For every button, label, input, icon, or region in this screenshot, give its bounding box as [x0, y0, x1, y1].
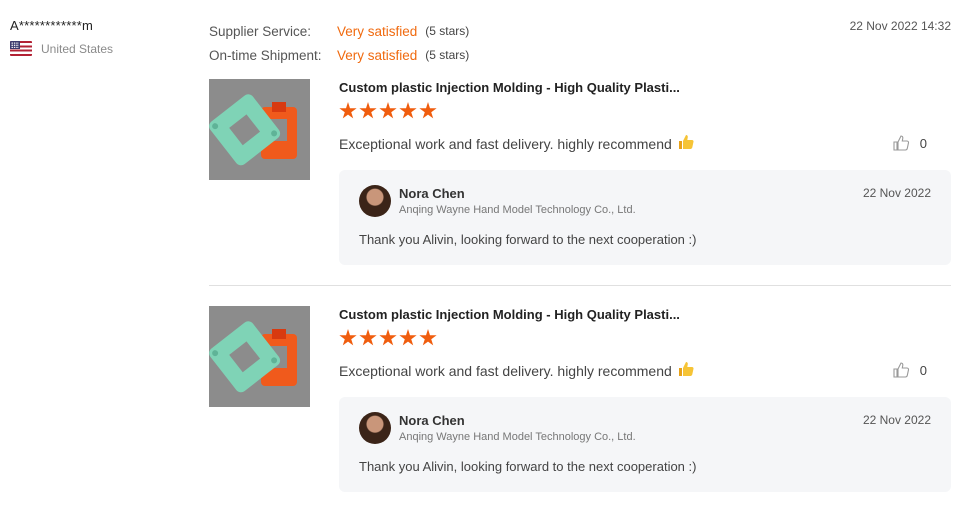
reviewer-location: United States — [10, 41, 190, 56]
avatar — [359, 412, 391, 444]
review-date: 22 Nov 2022 14:32 — [849, 19, 951, 33]
star-icon — [339, 329, 357, 346]
rating-label: On-time Shipment: — [209, 47, 322, 63]
like-count: 0 — [919, 362, 927, 378]
supplier-ratings: Supplier Service: Very satisfied (5 star… — [209, 19, 469, 67]
avatar — [359, 185, 391, 217]
us-flag-icon — [10, 41, 32, 56]
reviewer-name: A************m — [10, 18, 94, 33]
thumbs-up-icon — [893, 135, 909, 151]
rating-value: Very satisfied — [337, 47, 418, 63]
like-count: 0 — [919, 135, 927, 151]
star-icon — [419, 329, 437, 346]
review-divider — [209, 285, 951, 286]
reply-author-name: Nora Chen — [399, 186, 465, 201]
reply-text: Thank you Alivin, looking forward to the… — [359, 459, 697, 474]
star-icon — [379, 102, 397, 119]
reply-date: 22 Nov 2022 — [862, 413, 931, 427]
review-comment-text: Exceptional work and fast delivery. high… — [339, 135, 672, 152]
reviewer-info: A************m United States — [10, 18, 190, 56]
thumbs-up-emoji-icon — [677, 360, 695, 381]
supplier-reply: Nora Chen Anqing Wayne Hand Model Techno… — [339, 170, 951, 265]
rating-on-time-shipment: On-time Shipment: Very satisfied (5 star… — [209, 43, 469, 67]
product-title-link[interactable]: Custom plastic Injection Molding - High … — [339, 307, 680, 322]
reply-date: 22 Nov 2022 — [862, 186, 931, 200]
thumbs-up-emoji-icon — [677, 133, 695, 154]
review-comment: Exceptional work and fast delivery. high… — [339, 133, 695, 154]
review-entry: Custom plastic Injection Molding - High … — [209, 79, 951, 279]
product-thumbnail[interactable] — [209, 79, 310, 180]
star-icon — [379, 329, 397, 346]
supplier-reply: Nora Chen Anqing Wayne Hand Model Techno… — [339, 397, 951, 492]
star-icon — [359, 102, 377, 119]
reply-text: Thank you Alivin, looking forward to the… — [359, 232, 697, 247]
reply-author-name: Nora Chen — [399, 413, 465, 428]
product-rating-stars — [339, 329, 437, 347]
like-button[interactable]: 0 — [892, 134, 927, 152]
star-icon — [399, 329, 417, 346]
star-icon — [339, 102, 357, 119]
review-comment-text: Exceptional work and fast delivery. high… — [339, 362, 672, 379]
star-icon — [419, 102, 437, 119]
review-entry: Custom plastic Injection Molding - High … — [209, 306, 951, 506]
rating-supplier-service: Supplier Service: Very satisfied (5 star… — [209, 19, 469, 43]
thumbs-up-icon — [893, 362, 909, 378]
reviewer-country: United States — [41, 41, 114, 56]
rating-label: Supplier Service: — [209, 23, 312, 39]
product-rating-stars — [339, 102, 437, 120]
product-thumbnail[interactable] — [209, 306, 310, 407]
rating-value: Very satisfied — [337, 23, 418, 39]
rating-stars-text: (5 stars) — [425, 24, 470, 38]
star-icon — [399, 102, 417, 119]
product-image-icon — [209, 306, 310, 407]
rating-stars-text: (5 stars) — [425, 48, 470, 62]
review-comment: Exceptional work and fast delivery. high… — [339, 360, 695, 381]
product-title-link[interactable]: Custom plastic Injection Molding - High … — [339, 80, 680, 95]
product-image-icon — [209, 79, 310, 180]
reply-company: Anqing Wayne Hand Model Technology Co., … — [399, 431, 636, 443]
reply-company: Anqing Wayne Hand Model Technology Co., … — [399, 204, 636, 216]
star-icon — [359, 329, 377, 346]
like-button[interactable]: 0 — [892, 361, 927, 379]
